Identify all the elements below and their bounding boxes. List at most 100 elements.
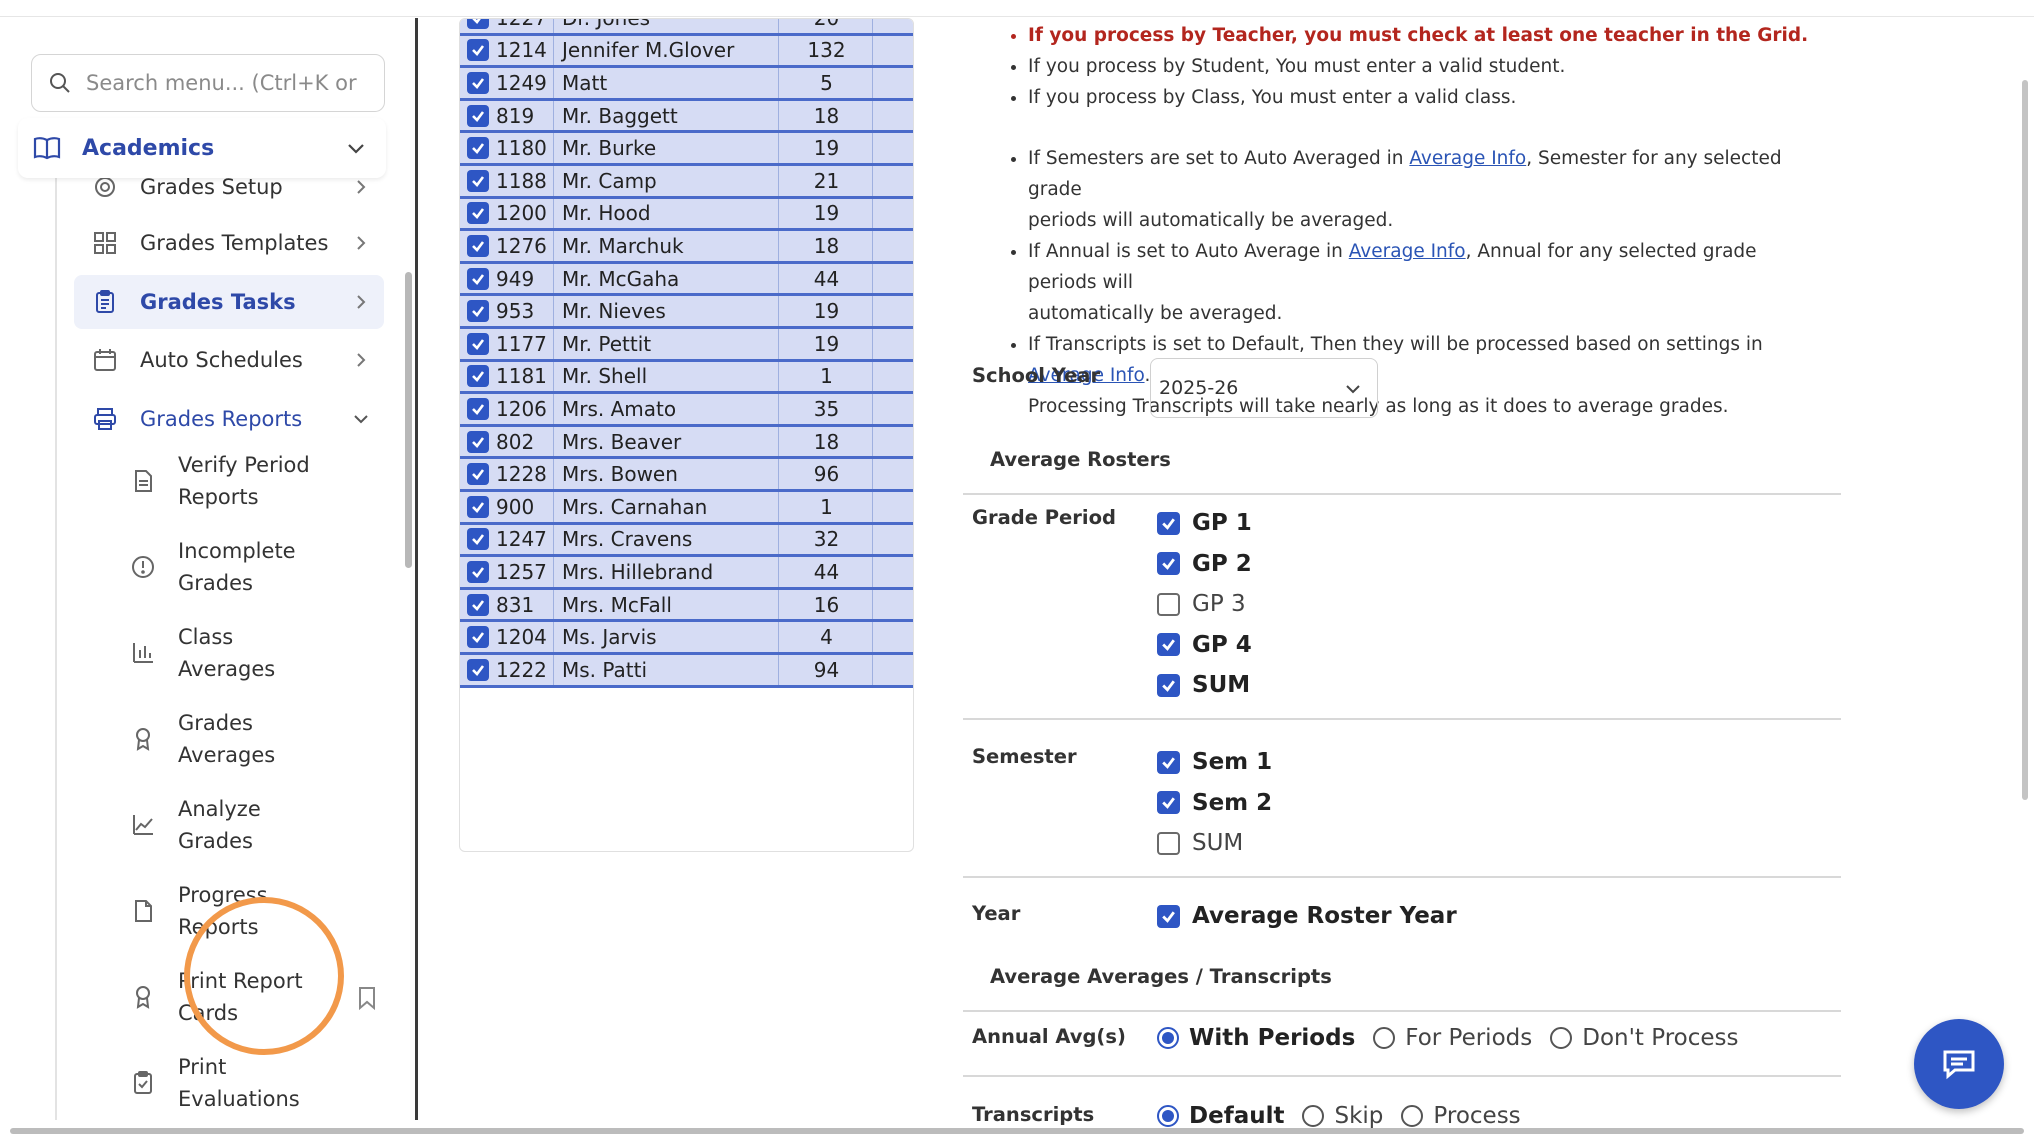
table-row[interactable]: 1188 Mr. Camp 21 [460,166,913,199]
sidebar-subitem-grades-averages[interactable]: Grades Averages [118,707,388,771]
table-row[interactable]: 1214 Jennifer M.Glover 132 [460,35,913,69]
radio-dot[interactable] [1373,1027,1396,1049]
sidebar-item-grades-tasks[interactable]: Grades Tasks [74,275,384,329]
row-checkbox[interactable] [467,658,489,681]
row-checkbox[interactable] [467,332,489,355]
row-checkbox[interactable] [467,626,489,649]
row-checkbox[interactable] [467,137,489,160]
row-checkbox[interactable] [467,593,489,616]
average-info-link[interactable]: Average Info [1409,148,1526,169]
average-info-link[interactable]: Average Info [1349,241,1466,262]
main-scrollbar-thumb[interactable] [2022,80,2028,800]
checkbox-sem-1[interactable]: Sem 1 [1157,749,1272,775]
table-row[interactable]: 1276 Mr. Marchuk 18 [460,231,913,264]
teacher-name: Mr. Hood [562,201,651,226]
table-row[interactable]: 1227Dr. Jones 20 [460,19,913,36]
search-box[interactable] [31,54,385,112]
checkbox-sum[interactable]: SUM [1157,672,1250,698]
row-checkbox[interactable] [467,528,489,551]
checkbox-checked[interactable] [1157,750,1180,774]
table-row[interactable]: 802 Mrs. Beaver 18 [460,426,913,460]
checkbox-gp-3[interactable]: GP 3 [1157,591,1246,617]
table-row[interactable]: 1247 Mrs. Cravens 32 [460,524,913,558]
row-checkbox[interactable] [467,300,489,323]
row-checkbox[interactable] [467,104,489,127]
checkbox-gp-1[interactable]: GP 1 [1157,510,1252,536]
table-row[interactable]: 949 Mr. McGaha 44 [460,263,913,297]
radio-dot[interactable] [1401,1105,1424,1127]
search-input[interactable] [86,71,366,95]
radio-don-t-process[interactable]: Don't Process [1550,1025,1739,1051]
radio-label: Process [1433,1103,1521,1129]
row-checkbox[interactable] [467,234,489,257]
table-row[interactable]: 1206 Mrs. Amato 35 [460,394,913,427]
checkbox-checked[interactable] [1157,904,1180,928]
table-row[interactable]: 1200 Mr. Hood 19 [460,198,913,232]
table-row[interactable]: 900 Mrs. Carnahan 1 [460,492,913,525]
checkbox-sum[interactable]: SUM [1157,830,1243,856]
sidebar-subitem-analyze-grades[interactable]: Analyze Grades [118,793,388,857]
sidebar-item-label: Grades Templates [140,231,329,255]
table-row[interactable]: 831 Mrs. McFall 16 [460,589,913,623]
sidebar-subitem-class-averages[interactable]: Class Averages [118,621,388,685]
sidebar-subitem-verify-period-reports[interactable]: Verify Period Reports [118,449,388,513]
radio-process[interactable]: Process [1401,1103,1521,1129]
checkbox-checked[interactable] [1157,633,1180,657]
table-row[interactable]: 953 Mr. Nieves 19 [460,296,913,329]
chat-button[interactable] [1914,1019,2004,1109]
row-checkbox[interactable] [467,365,489,388]
table-row[interactable]: 1228 Mrs. Bowen 96 [460,459,913,492]
bookmark-icon[interactable] [356,985,378,1011]
sidebar-subitem-incomplete-grades[interactable]: Incomplete Grades [118,535,388,599]
checkbox-sem-2[interactable]: Sem 2 [1157,790,1272,816]
radio-dot[interactable] [1157,1027,1179,1049]
sidebar-item-grades-reports[interactable]: Grades Reports [74,392,384,446]
transcripts-radio-group: Default Skip Process [1157,1103,1539,1129]
sidebar-subitem-print-report-cards[interactable]: Print Report Cards [118,965,388,1029]
sidebar-subitem-progress-reports[interactable]: Progress Reports [118,879,388,943]
row-checkbox[interactable] [467,169,489,192]
radio-for-periods[interactable]: For Periods [1373,1025,1532,1051]
row-checkbox[interactable] [467,39,489,62]
radio-dot[interactable] [1302,1105,1325,1127]
checkbox-gp-2[interactable]: GP 2 [1157,551,1252,577]
sidebar-scrollbar-thumb[interactable] [405,272,412,568]
checkbox-unchecked[interactable] [1157,831,1180,855]
horizontal-scrollbar[interactable] [10,1128,2024,1134]
table-row[interactable]: 1222 Ms. Patti 94 [460,655,913,688]
average-roster-year-checkbox[interactable]: Average Roster Year [1157,903,1457,929]
table-row[interactable]: 1249 Matt 5 [460,68,913,101]
table-row[interactable]: 1204 Ms. Jarvis 4 [460,622,913,655]
checkbox-checked[interactable] [1157,511,1180,535]
row-checkbox[interactable] [467,71,489,94]
sidebar-item-auto-schedules[interactable]: Auto Schedules [74,333,384,387]
sidebar-item-grades-templates[interactable]: Grades Templates [74,216,384,270]
sidebar-section-academics[interactable]: Academics [18,118,386,178]
table-row[interactable]: 819 Mr. Baggett 18 [460,100,913,134]
checkbox-unchecked[interactable] [1157,592,1180,616]
radio-skip[interactable]: Skip [1302,1103,1383,1129]
school-year-select[interactable]: 2025-26 [1150,358,1378,418]
sidebar-subitem-print-evaluations[interactable]: Print Evaluations [118,1051,388,1115]
radio-dot[interactable] [1550,1027,1573,1049]
checkbox-checked[interactable] [1157,673,1180,697]
divider [963,876,1841,878]
row-checkbox[interactable] [467,202,489,225]
row-checkbox[interactable] [467,397,489,420]
radio-with-periods[interactable]: With Periods [1157,1025,1355,1051]
radio-default[interactable]: Default [1157,1103,1284,1129]
table-row[interactable]: 1181 Mr. Shell 1 [460,361,913,395]
checkbox-checked[interactable] [1157,791,1180,815]
row-checkbox[interactable] [467,560,489,583]
row-checkbox[interactable] [467,19,489,29]
row-checkbox[interactable] [467,495,489,518]
row-checkbox[interactable] [467,463,489,486]
checkbox-gp-4[interactable]: GP 4 [1157,632,1252,658]
radio-dot[interactable] [1157,1105,1179,1127]
table-row[interactable]: 1180 Mr. Burke 19 [460,133,913,166]
row-checkbox[interactable] [467,267,489,290]
checkbox-checked[interactable] [1157,552,1180,576]
table-row[interactable]: 1257 Mrs. Hillebrand 44 [460,557,913,590]
row-checkbox[interactable] [467,430,489,453]
table-row[interactable]: 1177 Mr. Pettit 19 [460,329,913,362]
